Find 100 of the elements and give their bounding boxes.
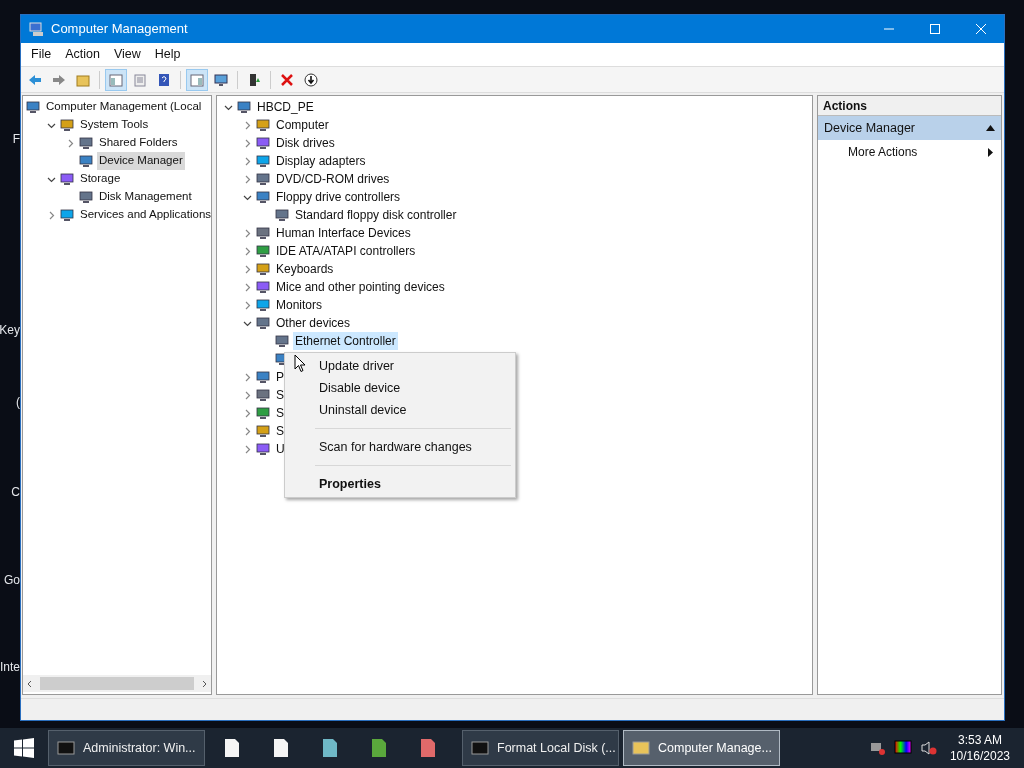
chevron-right-icon[interactable] xyxy=(243,138,252,148)
tree-item[interactable]: Floppy drive controllers xyxy=(274,188,403,206)
app-icon xyxy=(471,740,489,756)
tree-item[interactable]: Storage xyxy=(78,170,123,188)
chevron-right-icon[interactable] xyxy=(243,120,252,130)
tree-item[interactable]: Computer xyxy=(274,116,331,134)
chevron-right-icon[interactable] xyxy=(243,264,252,274)
desktop-icon-label: Inte xyxy=(0,659,20,676)
pane-icon xyxy=(189,71,205,88)
menu-item[interactable]: Help xyxy=(148,45,187,64)
collapse-arrow-icon[interactable] xyxy=(986,125,995,131)
tree-item[interactable]: Computer Management (Local xyxy=(44,98,204,116)
tree-item[interactable]: Standard floppy disk controller xyxy=(293,206,459,224)
device-icon xyxy=(255,153,271,169)
color-display-icon[interactable] xyxy=(893,740,912,756)
menu-item[interactable]: Action xyxy=(59,45,106,64)
menu-item[interactable]: File xyxy=(25,45,58,64)
tree-item[interactable]: S xyxy=(274,386,286,404)
network-error-icon[interactable] xyxy=(869,740,886,756)
tree-item[interactable]: HBCD_PE xyxy=(255,98,316,116)
desktop-icon-label: C xyxy=(11,484,20,501)
chevron-right-icon[interactable] xyxy=(243,228,252,238)
desktop-icon-label: ( xyxy=(16,394,20,411)
chevron-right-icon[interactable] xyxy=(243,174,252,184)
scroll-left-icon[interactable] xyxy=(26,679,34,688)
desktop-icon-label: F xyxy=(12,131,20,148)
action-item[interactable]: More Actions xyxy=(818,140,1001,164)
context-menu-item[interactable]: Update driver xyxy=(287,355,513,377)
context-menu-item[interactable]: Disable device xyxy=(287,377,513,399)
chevron-right-icon[interactable] xyxy=(243,372,252,382)
taskbar-button[interactable]: Computer Manage... xyxy=(623,730,780,766)
device-icon xyxy=(255,387,271,403)
app-icon xyxy=(632,740,650,756)
tree-item[interactable]: Display adapters xyxy=(274,152,368,170)
desktop-icon-label: Key xyxy=(0,322,20,339)
document-icon xyxy=(223,738,240,758)
chevron-right-icon[interactable] xyxy=(243,444,252,454)
close-icon xyxy=(279,71,295,88)
actions-section[interactable]: Device Manager xyxy=(818,116,1001,140)
device-icon xyxy=(255,297,271,313)
context-menu-item[interactable]: Scan for hardware changes xyxy=(287,436,513,458)
tree-item[interactable]: Device Manager xyxy=(97,152,185,170)
tree-item[interactable]: Services and Applications xyxy=(78,206,211,224)
chevron-right-icon[interactable] xyxy=(243,408,252,418)
clock[interactable]: 3:53 AM 10/16/2023 xyxy=(949,732,1010,764)
horizontal-scrollbar[interactable] xyxy=(23,675,211,692)
device-icon xyxy=(255,225,271,241)
device-icon xyxy=(255,405,271,421)
computer-icon xyxy=(29,21,45,37)
device-icon xyxy=(59,117,75,133)
desktop-icon-label: Go xyxy=(4,572,20,589)
chevron-right-icon[interactable] xyxy=(66,138,75,148)
chevron-right-icon[interactable] xyxy=(243,390,252,400)
windows-logo-icon xyxy=(14,738,34,758)
tree-item[interactable]: Keyboards xyxy=(274,260,336,278)
tree-item[interactable]: Other devices xyxy=(274,314,353,332)
chevron-right-icon[interactable] xyxy=(243,156,252,166)
tree-item[interactable]: Shared Folders xyxy=(97,134,180,152)
context-menu-item[interactable]: Properties xyxy=(287,473,513,495)
tree-item[interactable]: Monitors xyxy=(274,296,324,314)
window-title: Computer Management xyxy=(51,20,188,39)
tree-item[interactable]: System Tools xyxy=(78,116,151,134)
tree-item[interactable]: S xyxy=(274,422,286,440)
menu-item[interactable]: View xyxy=(107,45,147,64)
download-icon xyxy=(303,71,319,88)
speaker-muted-icon[interactable] xyxy=(919,740,938,756)
device-icon xyxy=(78,189,94,205)
chevron-right-icon[interactable] xyxy=(243,426,252,436)
device-icon xyxy=(255,423,271,439)
tree-item[interactable]: Disk Management xyxy=(97,188,194,206)
tree-item[interactable]: Disk drives xyxy=(274,134,337,152)
context-menu-item[interactable]: Uninstall device xyxy=(287,399,513,421)
device-icon xyxy=(255,315,271,331)
submenu-arrow-icon xyxy=(988,147,993,157)
device-icon xyxy=(255,189,271,205)
chevron-right-icon[interactable] xyxy=(47,210,56,220)
chevron-right-icon[interactable] xyxy=(243,300,252,310)
tree-item[interactable]: Ethernet Controller xyxy=(293,332,398,350)
tree-item[interactable]: IDE ATA/ATAPI controllers xyxy=(274,242,418,260)
pane-icon xyxy=(108,71,124,88)
taskbar-button[interactable]: Administrator: Win... xyxy=(48,730,205,766)
scroll-right-icon[interactable] xyxy=(200,679,208,688)
tree-item[interactable]: S xyxy=(274,404,286,422)
device-icon xyxy=(255,279,271,295)
tree-item[interactable]: Mice and other pointing devices xyxy=(274,278,447,296)
mouse-pointer-icon xyxy=(294,354,306,373)
taskbar-button[interactable]: Format Local Disk (... xyxy=(462,730,619,766)
chevron-right-icon[interactable] xyxy=(243,246,252,256)
tree-item[interactable]: P xyxy=(274,368,286,386)
device-icon xyxy=(236,99,252,115)
maximize-icon xyxy=(930,24,940,34)
document-icon xyxy=(272,738,289,758)
tree-item[interactable]: Human Interface Devices xyxy=(274,224,413,242)
chevron-right-icon[interactable] xyxy=(243,282,252,292)
tree-item[interactable]: U xyxy=(274,440,287,458)
tree-item[interactable]: DVD/CD-ROM drives xyxy=(274,170,392,188)
app-icon xyxy=(57,740,75,756)
device-icon xyxy=(255,117,271,133)
actions-header: Actions xyxy=(818,96,1001,116)
device-icon xyxy=(78,135,94,151)
